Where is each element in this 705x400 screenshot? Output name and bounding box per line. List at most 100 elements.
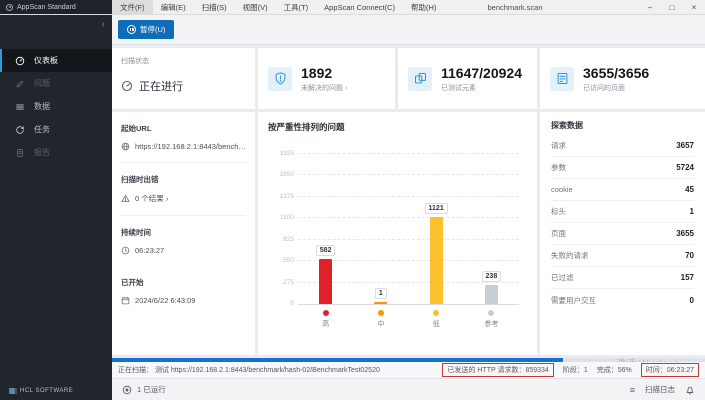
appscan-logo-icon	[6, 4, 13, 11]
menu-item-3[interactable]: 视图(V)	[235, 0, 276, 14]
detail-title: 扫描时出错	[121, 174, 246, 185]
sidebar-item-1[interactable]: 问题	[0, 72, 112, 95]
explore-row-value: 5724	[676, 163, 694, 172]
x-tick-label: 低	[433, 319, 440, 329]
explore-row-label: 请求	[551, 140, 566, 151]
main-area: 暂停(U) 扫描状态 正在进行 1892未解决的问题 ›11647/20924已…	[112, 15, 705, 400]
menu-item-5[interactable]: AppScan Connect(C)	[316, 0, 403, 14]
close-icon[interactable]: ×	[683, 0, 705, 15]
y-tick-label: 1100	[270, 214, 294, 221]
explore-row-2: cookie45	[551, 179, 694, 201]
bar-高[interactable]	[319, 259, 332, 304]
refresh-icon	[15, 125, 25, 135]
scanning-url-text: 正在扫描： 测试 https://192.168.2.1:8443/benchm…	[118, 365, 434, 375]
legend-dot	[433, 310, 439, 316]
detail-section-2: 持续时间06:23:27	[121, 227, 246, 266]
bar-value-label: 1121	[425, 203, 448, 214]
stat-card-2: 3655/3656已访问的页面	[540, 48, 705, 109]
sidebar-item-3[interactable]: 任务	[0, 118, 112, 141]
sidebar-item-2[interactable]: 数据	[0, 95, 112, 118]
explore-row-6: 已过滤157	[551, 267, 694, 289]
chart-title: 按严重性排列的问题	[268, 121, 527, 133]
minimize-icon[interactable]: –	[639, 0, 661, 15]
stat-label: 已测试元素	[441, 83, 522, 93]
explore-row-value: 3657	[676, 141, 694, 150]
bar-column-参考: 238	[464, 154, 519, 304]
sidebar-item-label: 任务	[34, 124, 50, 135]
menu-item-2[interactable]: 扫描(S)	[194, 0, 235, 14]
explore-row-value: 70	[685, 251, 694, 260]
y-tick-label: 0	[270, 300, 294, 307]
y-tick-label: 1925	[270, 150, 294, 157]
document-icon	[15, 148, 25, 158]
sidebar-item-0[interactable]: 仪表板	[0, 49, 112, 72]
elapsed-time: 时间：06:23:27	[641, 363, 699, 377]
sidebar-item-4[interactable]: 报告	[0, 141, 112, 164]
window-controls: – □ ×	[639, 0, 705, 15]
sidebar-collapse-icon[interactable]: ‹	[102, 20, 105, 30]
explore-row-7: 需要用户交互0	[551, 289, 694, 311]
y-tick-label: 1650	[270, 171, 294, 178]
bar-value-label: 238	[482, 271, 502, 282]
x-category-2: 低	[409, 305, 464, 329]
menu-icon[interactable]: ≡	[630, 385, 635, 395]
bar-column-高: 582	[298, 154, 353, 304]
status-bar: 正在扫描： 测试 https://192.168.2.1:8443/benchm…	[112, 362, 705, 378]
explore-row-1: 参数 5724	[551, 157, 694, 179]
detail-title: 已开始	[121, 277, 246, 288]
phase-indicator: 阶段：1	[563, 365, 588, 375]
pause-button-label: 暂停(U)	[140, 24, 165, 35]
sidebar: ‹ 仪表板问题数据任务报告 HCL SOFTWARE	[0, 15, 112, 400]
explore-row-label: 参数	[551, 162, 566, 173]
hcl-logo-icon	[9, 388, 17, 394]
detail-section-3: 已开始2024/6/22 6:43:09	[121, 277, 246, 316]
running-scan-icon	[122, 385, 132, 395]
bar-中[interactable]	[374, 302, 387, 304]
appscan-window: AppScan Standard 文件(F)编辑(E)扫描(S)视图(V)工具(…	[0, 0, 705, 400]
app-brand: AppScan Standard	[0, 0, 112, 14]
menu-item-0[interactable]: 文件(F)	[112, 0, 153, 14]
titlebar: AppScan Standard 文件(F)编辑(E)扫描(S)视图(V)工具(…	[0, 0, 705, 15]
stat-label[interactable]: 未解决的问题 ›	[301, 83, 347, 93]
sidebar-item-label: 报告	[34, 147, 50, 158]
detail-value[interactable]: 0 个结果 ›	[135, 193, 168, 204]
x-tick-label: 高	[322, 319, 329, 329]
hcl-footer-label: HCL SOFTWARE	[20, 388, 73, 394]
detail-section-0: 起始URLhttps://192.168.2.1:8443/benchm...	[121, 123, 246, 163]
explore-row-label: 页面	[551, 228, 566, 239]
window-title: benchmark.scan	[430, 0, 600, 15]
server-icon	[550, 67, 574, 91]
stat-value: 3655/3656	[583, 65, 649, 81]
scan-log-button[interactable]: 扫描日志	[645, 384, 675, 395]
pause-button[interactable]: 暂停(U)	[118, 20, 174, 39]
sidebar-item-label: 数据	[34, 101, 50, 112]
detail-value[interactable]: https://192.168.2.1:8443/benchm...	[135, 142, 246, 151]
explore-data-panel: 探索数据 请求3657参数5724cookie45标头1页面3655失败的请求7…	[540, 112, 705, 355]
legend-dot	[378, 310, 384, 316]
x-category-1: 中	[353, 305, 408, 329]
bar-低[interactable]	[430, 217, 443, 304]
explore-row-label: 需要用户交互	[551, 295, 596, 306]
bar-参考[interactable]	[485, 285, 498, 304]
detail-title: 持续时间	[121, 227, 246, 238]
menu-item-4[interactable]: 工具(T)	[276, 0, 317, 14]
menubar: 文件(F)编辑(E)扫描(S)视图(V)工具(T)AppScan Connect…	[112, 0, 444, 14]
notifications-bell-icon[interactable]	[685, 385, 695, 395]
explore-row-3: 标头1	[551, 201, 694, 223]
pencil-icon	[15, 79, 25, 89]
maximize-icon[interactable]: □	[661, 0, 683, 15]
sidebar-item-label: 仪表板	[34, 55, 58, 66]
stat-card-1: 11647/20924已测试元素	[398, 48, 537, 109]
menu-item-1[interactable]: 编辑(E)	[153, 0, 194, 14]
complete-percent: 完成：56%	[597, 365, 632, 375]
sidebar-nav: 仪表板问题数据任务报告	[0, 49, 112, 164]
stat-value: 1892	[301, 65, 347, 81]
explore-data-title: 探索数据	[551, 120, 694, 131]
legend-dot	[488, 310, 494, 316]
explore-row-label: 标头	[551, 206, 566, 217]
bar-value-label: 582	[316, 245, 336, 256]
layers-icon	[15, 102, 25, 112]
explore-data-table: 请求3657参数5724cookie45标头1页面3655失败的请求70已过滤1…	[551, 135, 694, 311]
app-name: AppScan Standard	[17, 4, 76, 11]
running-scan-label: 1 已运行	[137, 384, 166, 395]
